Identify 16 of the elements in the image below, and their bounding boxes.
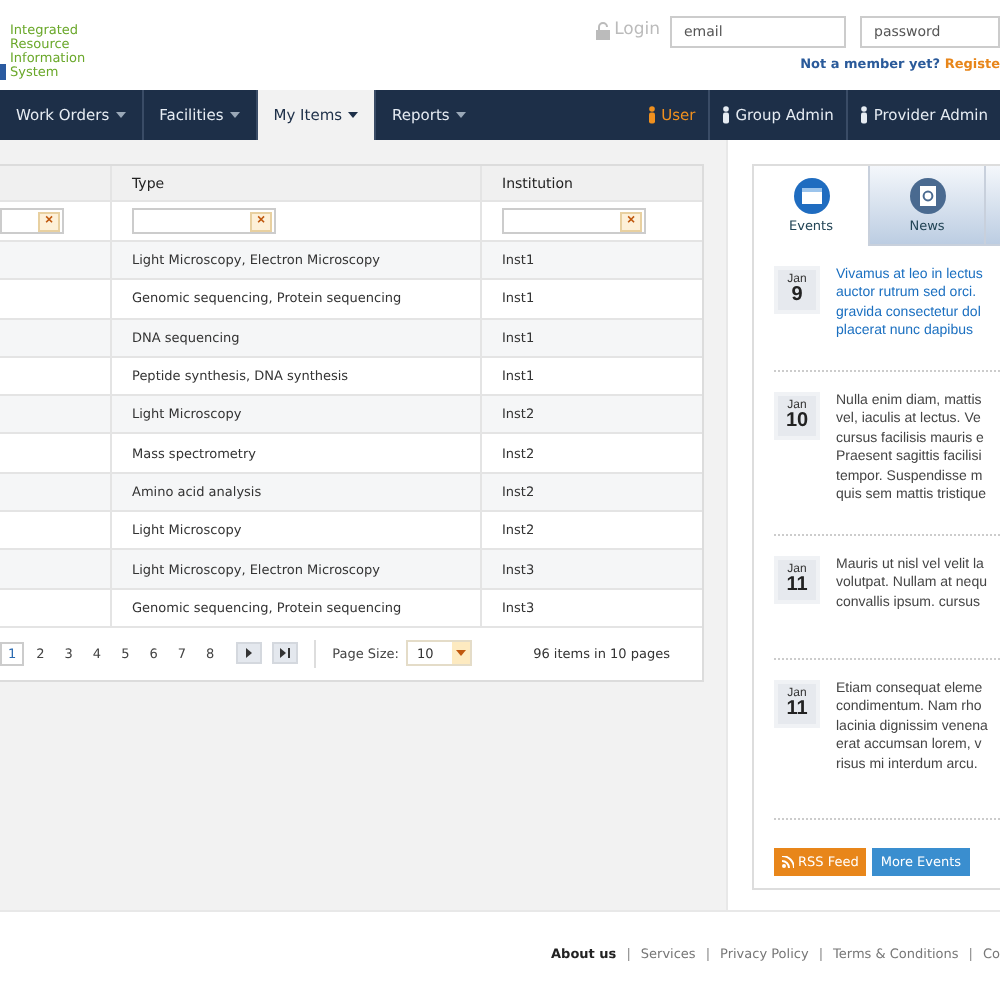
person-icon: [647, 106, 656, 124]
skip-end-icon: [280, 648, 291, 659]
caret-icon: [229, 112, 240, 118]
caret-icon: [455, 112, 466, 118]
next-page-button[interactable]: [236, 642, 263, 665]
caret-icon: [115, 112, 126, 118]
caret-icon: [348, 112, 359, 118]
last-page-button[interactable]: [272, 642, 299, 665]
person-icon: [721, 106, 730, 124]
calendar-icon: [793, 178, 829, 214]
play-icon: [246, 648, 253, 659]
lock-icon: [596, 21, 611, 39]
person-icon: [859, 106, 868, 124]
caret-icon: [456, 650, 467, 657]
rss-icon: [782, 856, 794, 868]
logo-icon: [0, 64, 6, 80]
